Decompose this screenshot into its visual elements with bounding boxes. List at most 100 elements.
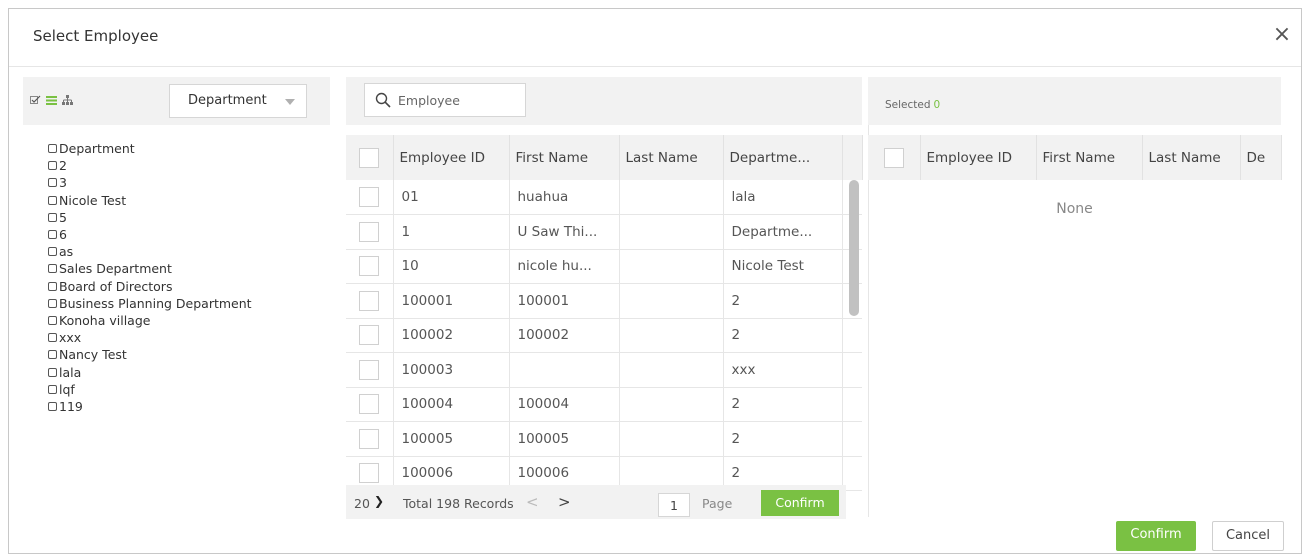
tree-item[interactable]: 119: [48, 398, 328, 415]
cell-first-name: 100001: [509, 283, 620, 319]
cancel-button[interactable]: Cancel: [1212, 521, 1284, 551]
row-checkbox-cell: [346, 387, 394, 422]
tree-item[interactable]: 6: [48, 226, 328, 243]
confirm-button[interactable]: Confirm: [1116, 521, 1196, 551]
grid-scrollbar-thumb[interactable]: [849, 180, 859, 316]
table-row[interactable]: 100001 100001 2: [346, 283, 862, 319]
row-checkbox[interactable]: [359, 463, 380, 484]
tree-item[interactable]: Konoha village: [48, 312, 328, 329]
cell-last-name: [619, 283, 724, 319]
tree-item[interactable]: Business Planning Department: [48, 295, 328, 312]
chevron-down-icon[interactable]: ❯: [374, 494, 384, 508]
table-row[interactable]: 1U Saw Thi... Departme...: [346, 214, 862, 250]
tree-item[interactable]: Nicole Test: [48, 192, 328, 209]
tree-item[interactable]: lqf: [48, 381, 328, 398]
tree-item-checkbox[interactable]: [48, 298, 57, 308]
table-row[interactable]: 10 nicole hu... Nicole Test: [346, 249, 862, 284]
tree-item-checkbox[interactable]: [48, 144, 57, 154]
grid-toolbar: [346, 77, 862, 125]
column-first-name[interactable]: First Name: [509, 135, 620, 180]
row-checkbox[interactable]: [359, 187, 380, 207]
tree-item-checkbox[interactable]: [48, 195, 57, 205]
employee-search-input[interactable]: [398, 90, 518, 110]
table-row[interactable]: 100005 100005 2: [346, 421, 862, 457]
tree-toolbar: Department: [23, 77, 330, 125]
cell-first-name: nicole hu...: [509, 249, 620, 284]
tree-item[interactable]: 5: [48, 209, 328, 226]
row-checkbox[interactable]: [359, 325, 380, 346]
tree-item[interactable]: Department: [48, 140, 328, 157]
row-checkbox[interactable]: [359, 221, 380, 242]
cell-first-name: 100004: [509, 387, 620, 422]
tree-item-checkbox[interactable]: [48, 384, 57, 394]
department-tree-panel: Department Department 2 3 Nicole Test 5 6 as Sa…: [23, 77, 338, 507]
tree-item[interactable]: lala: [48, 363, 328, 380]
select-all-checkbox[interactable]: [359, 147, 380, 168]
selected-column-first-name[interactable]: First Name: [1036, 135, 1143, 180]
tree-item-checkbox[interactable]: [48, 264, 57, 274]
scrollbar-gap: [842, 421, 862, 457]
table-row[interactable]: 01 huahua lala: [346, 180, 862, 215]
tree-item-label: Business Planning Department: [59, 295, 252, 311]
checkbox-view-icon[interactable]: [30, 95, 41, 105]
tree-item-checkbox[interactable]: [48, 315, 57, 325]
selected-column-employee-id[interactable]: Employee ID: [920, 135, 1037, 180]
table-row[interactable]: 100003 xxx: [346, 352, 862, 388]
tree-item-label: as: [59, 244, 74, 260]
tree-item[interactable]: Sales Department: [48, 260, 328, 277]
cell-employee-id: 100002: [393, 318, 510, 353]
selected-column-last-name[interactable]: Last Name: [1142, 135, 1241, 180]
tree-item[interactable]: xxx: [48, 329, 328, 346]
next-page-button[interactable]: >: [558, 493, 571, 511]
cell-last-name: [619, 249, 724, 284]
tree-item[interactable]: Nancy Test: [48, 346, 328, 363]
tree-item-checkbox[interactable]: [48, 247, 57, 257]
tree-item-checkbox[interactable]: [48, 333, 57, 343]
tree-item-checkbox[interactable]: [48, 401, 57, 411]
row-checkbox-cell: [346, 249, 394, 284]
tree-item-checkbox[interactable]: [48, 161, 57, 171]
chevron-down-icon: [285, 99, 295, 105]
tree-item[interactable]: 3: [48, 174, 328, 191]
tree-item-label: lala: [59, 364, 82, 380]
tree-item-checkbox[interactable]: [48, 178, 57, 188]
tree-item[interactable]: as: [48, 243, 328, 260]
cell-department: 2: [723, 283, 843, 319]
selected-employees-panel: Selected 0 Employee ID First Name Last Na…: [868, 77, 1282, 517]
empty-selection-text: None: [1056, 201, 1093, 217]
selected-all-checkbox[interactable]: [883, 147, 904, 168]
column-last-name[interactable]: Last Name: [619, 135, 724, 180]
tree-item-checkbox[interactable]: [48, 230, 57, 240]
selected-column-department[interactable]: De: [1240, 135, 1282, 180]
row-checkbox[interactable]: [359, 394, 380, 415]
prev-page-button[interactable]: <: [526, 493, 539, 511]
row-checkbox[interactable]: [359, 256, 380, 277]
row-checkbox[interactable]: [359, 290, 380, 311]
cell-last-name: [619, 180, 724, 215]
tree-item-checkbox[interactable]: [48, 350, 57, 360]
employee-search-box[interactable]: [364, 83, 526, 117]
column-department[interactable]: Departme...: [723, 135, 843, 180]
tree-item-checkbox[interactable]: [48, 212, 57, 222]
cell-first-name: huahua: [509, 180, 620, 215]
list-view-icon[interactable]: [46, 95, 57, 105]
tree-item-checkbox[interactable]: [48, 367, 57, 377]
table-row[interactable]: 100004 100004 2: [346, 387, 862, 422]
tree-item[interactable]: 2: [48, 157, 328, 174]
cell-employee-id: 100005: [393, 421, 510, 457]
tree-item-checkbox[interactable]: [48, 281, 57, 291]
page-size-select[interactable]: 20: [354, 496, 370, 511]
org-chart-icon[interactable]: [62, 95, 73, 105]
table-row[interactable]: 100002 100002 2: [346, 318, 862, 353]
column-employee-id[interactable]: Employee ID: [393, 135, 510, 180]
row-checkbox[interactable]: [359, 428, 380, 449]
tree-item-label: Department: [59, 141, 135, 157]
scrollbar-gap: [842, 352, 862, 388]
tree-item-label: xxx: [59, 330, 82, 346]
page-number-input[interactable]: 1: [658, 493, 690, 517]
department-dropdown[interactable]: Department: [169, 84, 307, 118]
row-checkbox[interactable]: [359, 359, 380, 380]
close-icon[interactable]: ×: [1271, 24, 1293, 47]
go-to-page-button[interactable]: Confirm: [761, 490, 839, 516]
tree-item[interactable]: Board of Directors: [48, 278, 328, 295]
